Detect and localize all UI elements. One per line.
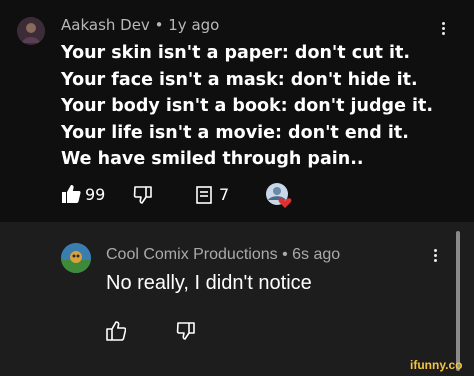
comment-line: Your skin isn't a paper: don't cut it.: [61, 43, 411, 63]
more-vert-icon[interactable]: [433, 20, 453, 40]
avatar[interactable]: [61, 243, 91, 273]
author-name[interactable]: Aakash Dev: [61, 16, 150, 34]
reply-button[interactable]: [196, 186, 214, 208]
dislike-button[interactable]: [176, 321, 196, 345]
comment-line: Your body isn't a book: don't judge it.: [61, 96, 434, 116]
comment-header: Aakash Dev • 1y ago: [61, 16, 219, 34]
comment-text: No really, I didn't notice: [106, 272, 312, 294]
comment-line: We have smiled through pain..: [61, 149, 364, 169]
separator-dot: •: [154, 16, 164, 34]
like-button[interactable]: [106, 321, 127, 345]
like-count: 99: [85, 185, 106, 204]
comment-top: Aakash Dev • 1y ago Your skin isn't a pa…: [0, 0, 474, 222]
timestamp: 6s ago: [292, 246, 341, 263]
comment-line: Your life isn't a movie: don't end it.: [61, 122, 409, 143]
separator-dot: •: [282, 246, 288, 263]
watermark: ifunny.co: [410, 358, 463, 372]
thumbs-down-icon: [133, 186, 152, 204]
comment-header: Cool Comix Productions • 6s ago: [106, 246, 340, 264]
timestamp: 1y ago: [168, 16, 220, 34]
like-button[interactable]: [61, 184, 81, 208]
author-name[interactable]: Cool Comix Productions: [106, 246, 278, 263]
avatar[interactable]: [17, 17, 45, 45]
comment-text: Your skin isn't a paper: don't cut it. Y…: [61, 40, 433, 173]
dislike-button[interactable]: [133, 185, 153, 209]
thumbs-down-icon: [176, 322, 195, 340]
creator-heart: [265, 182, 293, 214]
thumbs-up-icon: [106, 321, 127, 341]
thumbs-up-icon: [62, 185, 81, 203]
more-vert-icon[interactable]: [425, 247, 445, 267]
comment-line: Your face isn't a mask: don't hide it.: [61, 69, 418, 90]
reply-icon: [196, 186, 212, 204]
reply-count: 7: [219, 185, 230, 204]
scrollbar[interactable]: [456, 231, 460, 371]
